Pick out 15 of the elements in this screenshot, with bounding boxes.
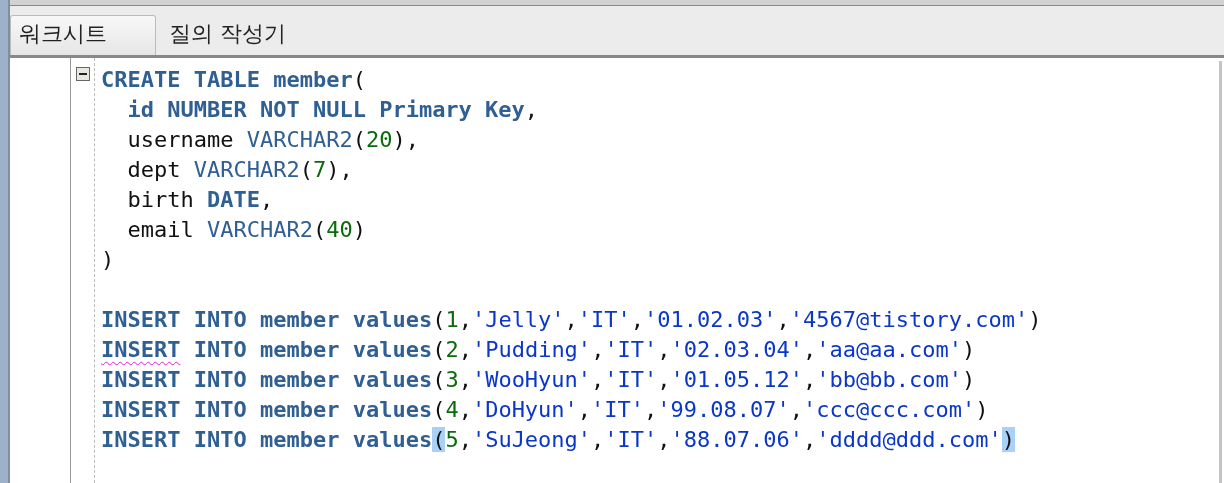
code-line: INSERT INTO member values(3,'WooHyun','IT','01.05.12','bb@bb.com') — [101, 366, 976, 394]
code-line: dept VARCHAR2(7), — [126, 156, 353, 184]
code-line: INSERT INTO member values(2,'Pudding','IT','02.03.04','aa@aa.com') — [101, 336, 976, 364]
code-line: username VARCHAR2(20), — [126, 126, 419, 154]
tab[interactable]: 워크시트 — [10, 15, 156, 55]
code-line: INSERT INTO member values(1,'Jelly','IT','01.02.03','4567@tistory.com') — [101, 306, 1042, 334]
code-line: birth DATE, — [126, 186, 274, 214]
code-line: INSERT INTO member values(4,'DoHyun','IT','99.08.07','ccc@ccc.com') — [101, 396, 989, 424]
code-line: CREATE TABLE member( — [101, 66, 366, 94]
tab[interactable]: 질의 작성기 — [156, 15, 301, 55]
fold-toggle-icon[interactable] — [76, 67, 90, 81]
code-line: ) — [101, 246, 115, 274]
code-line: email VARCHAR2(40) — [126, 216, 366, 244]
code-line: id NUMBER NOT NULL Primary Key, — [126, 96, 539, 124]
code-line: INSERT INTO member values(5,'SuJeong','IT','88.07.06','dddd@ddd.com') — [101, 426, 1015, 454]
